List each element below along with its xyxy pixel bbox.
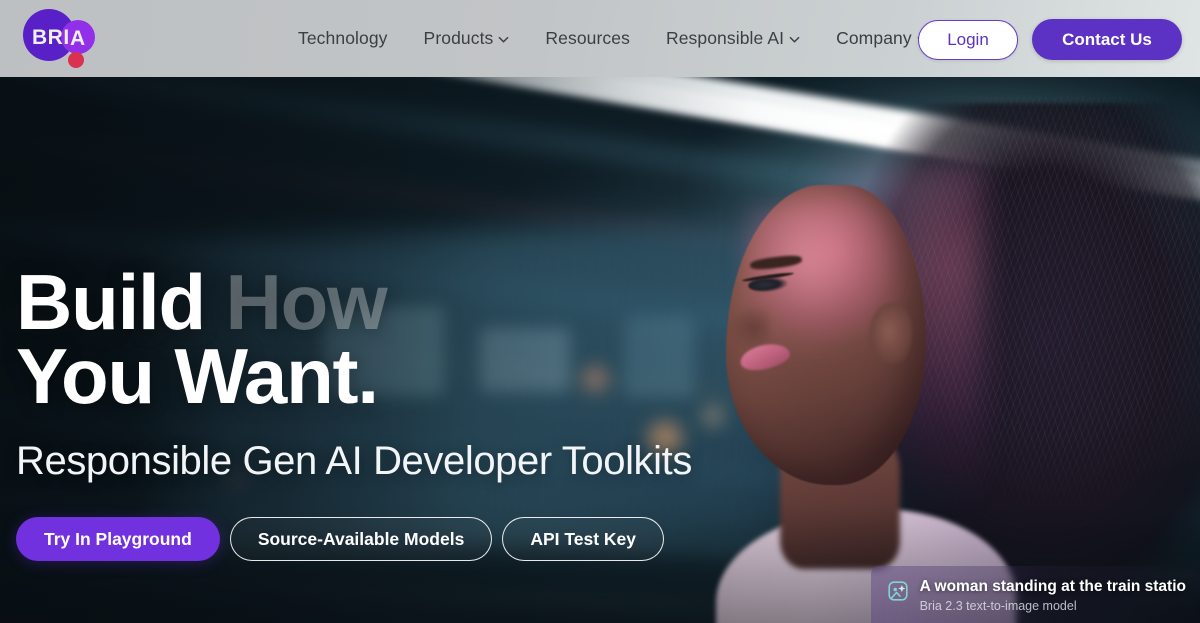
api-test-key-button[interactable]: API Test Key [502, 517, 664, 562]
nav-label: Company [836, 28, 912, 48]
svg-text:A: A [70, 27, 85, 50]
svg-text:BRI: BRI [32, 26, 70, 49]
sparkle-image-icon [887, 580, 909, 607]
try-in-playground-button[interactable]: Try In Playground [16, 517, 220, 562]
site-header: BRI A Technology Products Resources Resp… [0, 0, 1200, 77]
nav-label: Technology [298, 28, 388, 48]
page-root: BRI A Technology Products Resources Resp… [0, 0, 1200, 623]
caption-title: A woman standing at the train statio [919, 578, 1186, 595]
image-caption-card: A woman standing at the train statio Bri… [870, 566, 1200, 623]
login-button[interactable]: Login [918, 19, 1018, 60]
hero-section: Build How You Want. Responsible Gen AI D… [0, 77, 1200, 623]
nav-item-technology[interactable]: Technology [290, 22, 406, 55]
headline-line-2: You Want. [16, 332, 379, 421]
contact-us-button[interactable]: Contact Us [1032, 19, 1182, 60]
hero-cta-row: Try In Playground Source-Available Model… [16, 517, 692, 562]
chevron-down-icon [498, 34, 509, 45]
source-available-models-button[interactable]: Source-Available Models [229, 517, 493, 562]
nav-item-resources[interactable]: Resources [527, 22, 648, 55]
hero-headline: Build How You Want. [16, 263, 692, 415]
nav-label: Responsible AI [665, 28, 785, 48]
chevron-down-icon [789, 34, 800, 45]
nav-label: Products [423, 28, 494, 48]
hero-subheadline: Responsible Gen AI Developer Toolkits [16, 439, 692, 484]
hero-content: Build How You Want. Responsible Gen AI D… [16, 263, 692, 562]
nav-label: Resources [545, 28, 630, 48]
caption-subtitle: Bria 2.3 text-to-image model [919, 599, 1077, 613]
main-nav: Technology Products Resources Responsibl… [290, 0, 946, 77]
header-actions: Login Contact Us [918, 19, 1182, 60]
nav-item-products[interactable]: Products [406, 22, 528, 55]
bria-logo[interactable]: BRI A [16, 9, 102, 69]
nav-item-responsible-ai[interactable]: Responsible AI [648, 22, 818, 55]
